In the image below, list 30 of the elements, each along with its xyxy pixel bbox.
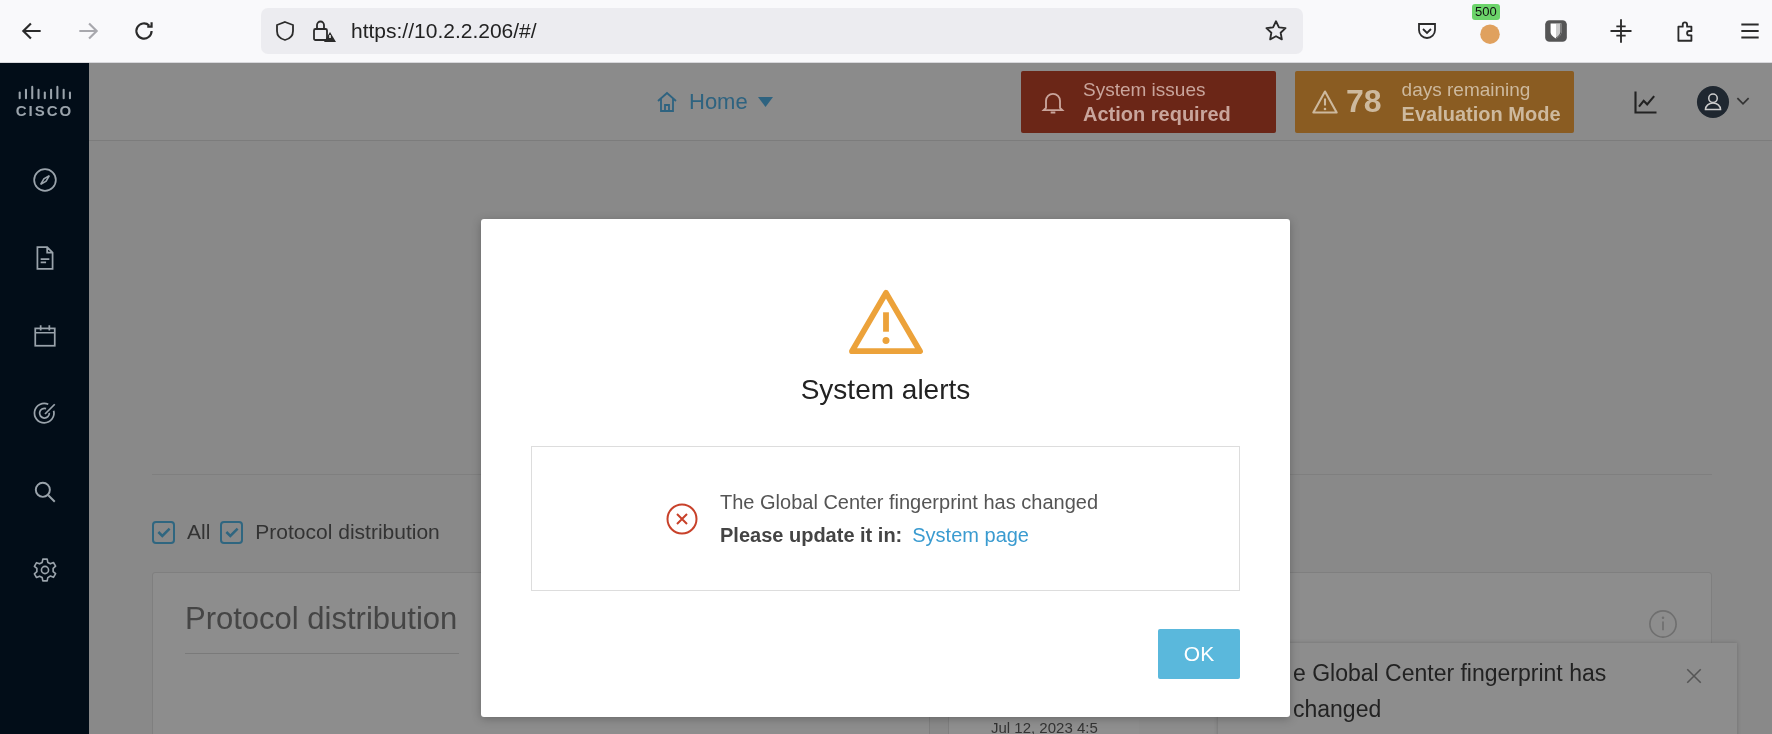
extension-badge: 500 <box>1472 4 1500 20</box>
card-title: Protocol distribution <box>185 601 458 637</box>
home-menu[interactable]: Home <box>655 88 773 115</box>
alert-message: The Global Center fingerprint has changed <box>720 490 1098 514</box>
avatar-icon <box>1696 84 1730 119</box>
chevron-down-icon <box>1736 97 1750 106</box>
settings-icon[interactable] <box>31 557 58 583</box>
update-prompt: Please update it in: <box>720 523 903 547</box>
url-text: https://10.2.2.206/#/ <box>351 19 537 43</box>
home-icon <box>655 89 679 114</box>
caret-icon <box>757 96 773 107</box>
ok-button[interactable]: OK <box>1158 629 1240 679</box>
shield-icon[interactable] <box>273 19 297 43</box>
filter-checkbox[interactable]: Protocol distribution <box>220 520 440 544</box>
logo-text: CISCO <box>15 102 74 119</box>
compass-icon[interactable] <box>31 167 58 193</box>
dialog-title: System alerts <box>800 374 971 406</box>
error-icon <box>666 502 698 535</box>
target-icon[interactable] <box>31 401 58 427</box>
calendar-icon[interactable] <box>31 323 58 349</box>
shield-icon[interactable] <box>1543 18 1569 44</box>
filter-checkbox[interactable]: All <box>152 520 211 544</box>
warning-icon <box>846 288 925 356</box>
user-menu[interactable] <box>1696 84 1750 119</box>
address-bar[interactable]: https://10.2.2.206/#/ <box>261 8 1303 54</box>
toast-message: changed <box>1293 695 1383 724</box>
lock-warning-icon[interactable] <box>311 18 337 44</box>
system-issues-button[interactable]: System issues Action required <box>1021 70 1276 133</box>
system-page-link[interactable]: System page <box>912 523 1029 547</box>
toast-message: e Global Center fingerprint has <box>1293 659 1607 688</box>
